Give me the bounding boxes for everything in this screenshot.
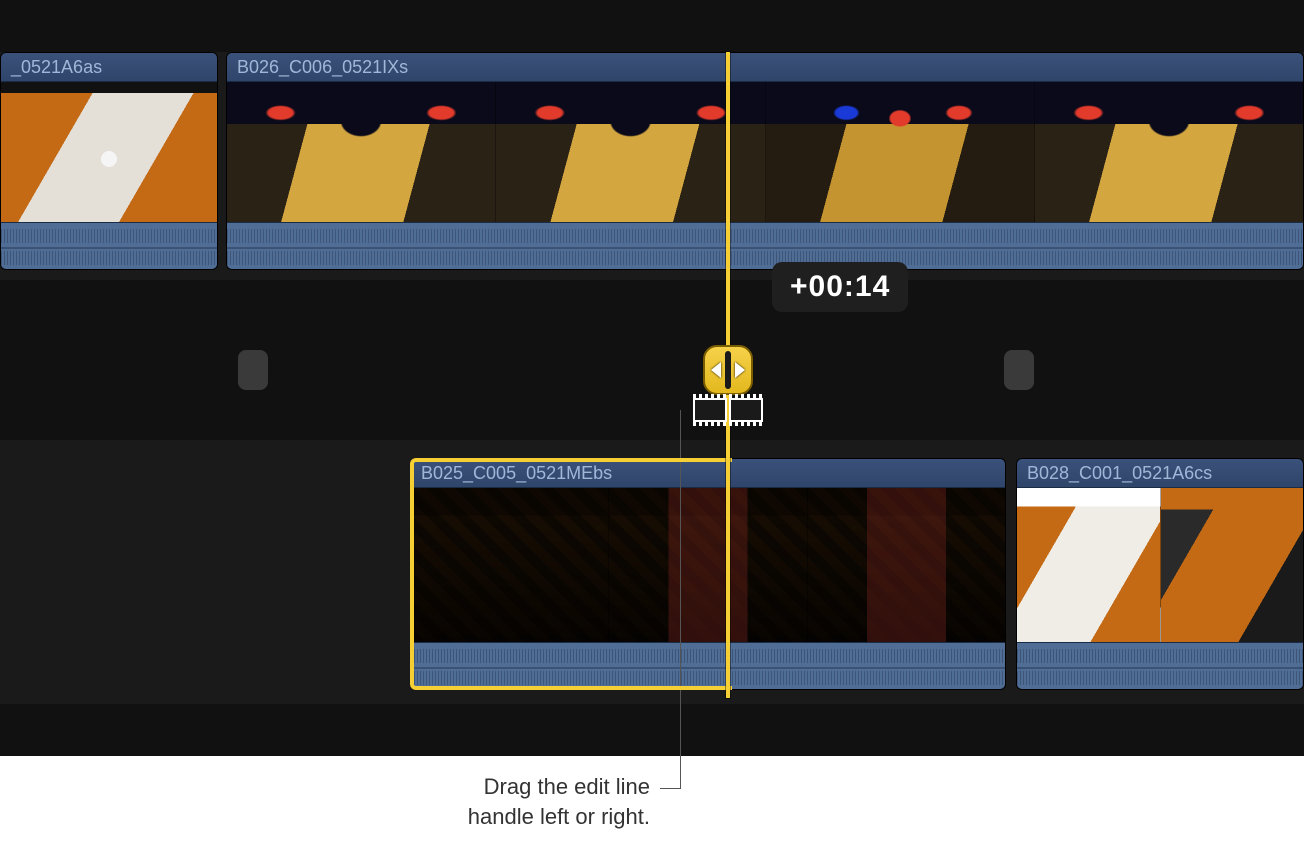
clip-title: B025_C005_0521MEbs: [411, 459, 1005, 488]
timeline-gutter-top: [0, 0, 1304, 52]
clip-title: B026_C006_0521IXs: [227, 53, 1303, 82]
clip-top-2[interactable]: B026_C006_0521IXs: [226, 52, 1304, 270]
clip-audio-waveform[interactable]: [411, 642, 1005, 690]
chevron-right-icon: [735, 362, 745, 378]
gap-handle[interactable]: [1004, 350, 1034, 390]
time-delta-readout: +00:14: [772, 262, 908, 312]
clip-bottom-2[interactable]: B028_C001_0521A6cs: [1016, 458, 1304, 690]
timeline-gutter-bottom: [0, 704, 1304, 756]
caption-leader-line: [680, 410, 681, 789]
clip-thumbnail: [808, 488, 1005, 642]
clip-thumbnail: [1161, 488, 1304, 642]
clip-bottom-1[interactable]: B025_C005_0521MEbs: [410, 458, 1006, 690]
caption-leader-line: [660, 788, 681, 789]
clip-audio-waveform[interactable]: [227, 222, 1303, 270]
clip-title: _0521A6as: [1, 53, 217, 82]
clip-thumbnail: [766, 82, 1035, 222]
clip-thumbnail: [1, 82, 217, 222]
timeline[interactable]: _0521A6as B026_C006_0521IXs B025_C005_05…: [0, 0, 1304, 756]
clip-thumbnail: [1017, 488, 1161, 642]
clip-audio-waveform[interactable]: [1, 222, 217, 270]
clip-top-1[interactable]: _0521A6as: [0, 52, 218, 270]
edit-line-handle[interactable]: [702, 344, 754, 396]
clip-thumbnail: [1035, 82, 1303, 222]
chevron-left-icon: [711, 362, 721, 378]
clip-thumbnail: [411, 488, 609, 642]
clip-audio-waveform[interactable]: [1017, 642, 1303, 690]
clip-thumbnail: [609, 488, 807, 642]
clip-title: B028_C001_0521A6cs: [1017, 459, 1303, 488]
timeline-gutter-mid: [0, 280, 1304, 440]
figure-caption-area: Drag the edit line handle left or right.: [0, 756, 1304, 850]
caption-text: Drag the edit line handle left or right.: [380, 772, 650, 831]
roll-edit-cursor-icon: [692, 398, 764, 422]
clip-thumbnail: [227, 82, 496, 222]
gap-handle[interactable]: [238, 350, 268, 390]
